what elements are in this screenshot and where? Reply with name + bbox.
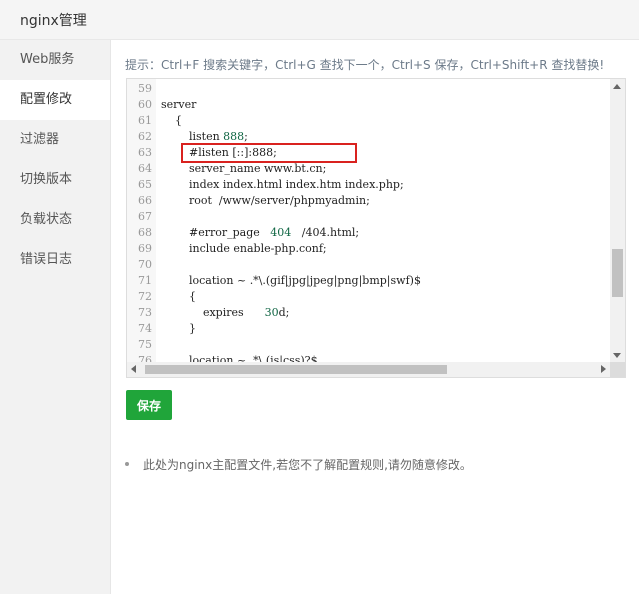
scroll-down-arrow-icon[interactable] (613, 353, 621, 358)
code-text: expires (161, 306, 265, 319)
code-text: root /www/server/phpmyadmin; (161, 194, 370, 207)
sidebar-item-switch-version[interactable]: 切换版本 (0, 160, 110, 200)
scroll-left-arrow-icon[interactable] (131, 365, 136, 373)
code-text: #error_page (161, 226, 271, 239)
sidebar-item-error-log[interactable]: 错误日志 (0, 240, 110, 280)
code-line[interactable]: 67 (127, 209, 610, 225)
code-suffix: /404.html; (291, 226, 360, 239)
code-text: server (161, 98, 197, 111)
scrollbar-corner (610, 362, 625, 377)
line-number: 69 (138, 242, 152, 255)
line-code: include enable-php.conf; (161, 241, 327, 257)
line-code: #error_page 404 /404.html; (161, 225, 359, 241)
line-number: 61 (138, 114, 152, 127)
line-number: 67 (138, 210, 152, 223)
code-text: server_name www.bt.cn; (161, 162, 327, 175)
title-bar: nginx管理 (0, 0, 639, 40)
line-number: 64 (138, 162, 152, 175)
code-number-literal: 888 (223, 130, 245, 143)
config-editor[interactable]: 59 60 server 61 {62 listen 888; 63 #listen [… (126, 78, 626, 378)
vertical-scroll-thumb[interactable] (612, 249, 623, 297)
sidebar-item-load-status[interactable]: 负载状态 (0, 200, 110, 240)
line-code: index index.html index.htm index.php; (161, 177, 404, 193)
main-content: 提示：Ctrl+F 搜索关键字，Ctrl+G 查找下一个，Ctrl+S 保存，C… (111, 40, 639, 594)
code-text: index index.html index.htm index.php; (161, 178, 404, 191)
shortcut-hint: 提示：Ctrl+F 搜索关键字，Ctrl+G 查找下一个，Ctrl+S 保存，C… (125, 58, 605, 72)
line-number: 62 (138, 130, 152, 143)
horizontal-scrollbar[interactable] (127, 362, 610, 377)
code-line[interactable]: 74 } (127, 321, 610, 337)
code-suffix: ; (244, 130, 248, 143)
code-number-literal: 30 (264, 306, 279, 319)
code-line[interactable]: 66 root /www/server/phpmyadmin; (127, 193, 610, 209)
code-line[interactable]: 64 server_name www.bt.cn; (127, 161, 610, 177)
code-line[interactable]: 68 #error_page 404 /404.html; (127, 225, 610, 241)
line-number: 71 (138, 274, 152, 287)
code-text: { (161, 290, 196, 303)
code-suffix: d; (278, 306, 290, 319)
highlight-box (181, 143, 357, 163)
code-line[interactable]: 69 include enable-php.conf; (127, 241, 610, 257)
sidebar: Web服务 配置修改 过滤器 切换版本 负载状态 错误日志 (0, 40, 111, 594)
sidebar-item-config-edit[interactable]: 配置修改 (0, 80, 110, 120)
line-number: 68 (138, 226, 152, 239)
code-text: { (161, 114, 182, 127)
code-text: location ~ .*\.(gif|jpg|jpeg|png|bmp|swf… (161, 274, 421, 287)
note-item: 此处为nginx主配置文件,若您不了解配置规则,请勿随意修改。 (125, 456, 472, 473)
horizontal-scroll-thumb[interactable] (145, 365, 447, 374)
code-line[interactable]: 59 (127, 81, 610, 97)
line-number: 75 (138, 338, 152, 351)
sidebar-item-web-service[interactable]: Web服务 (0, 40, 110, 80)
line-number: 66 (138, 194, 152, 207)
bullet-icon (125, 462, 129, 466)
code-text: include enable-php.conf; (161, 242, 327, 255)
line-code: root /www/server/phpmyadmin; (161, 193, 370, 209)
scroll-up-arrow-icon[interactable] (613, 84, 621, 89)
line-number: 74 (138, 322, 152, 335)
save-button[interactable]: 保存 (126, 390, 172, 420)
line-code: server_name www.bt.cn; (161, 161, 326, 177)
line-number: 59 (138, 82, 152, 95)
line-code: } (161, 321, 196, 337)
code-line[interactable]: 70 (127, 257, 610, 273)
code-line[interactable]: 73 expires 30d; (127, 305, 610, 321)
code-line[interactable]: 72 { (127, 289, 610, 305)
line-number: 60 (138, 98, 152, 111)
line-number: 65 (138, 178, 152, 191)
scroll-right-arrow-icon[interactable] (601, 365, 606, 373)
code-line[interactable]: 60 server (127, 97, 610, 113)
line-code: location ~ .*\.(gif|jpg|jpeg|png|bmp|swf… (161, 273, 421, 289)
code-line[interactable]: 71 location ~ .*\.(gif|jpg|jpeg|png|bmp|… (127, 273, 610, 289)
line-code: { (161, 113, 182, 129)
code-text: } (161, 322, 196, 335)
line-number: 70 (138, 258, 152, 271)
line-number: 72 (138, 290, 152, 303)
vertical-scrollbar[interactable] (610, 79, 625, 363)
notes-list: 此处为nginx主配置文件,若您不了解配置规则,请勿随意修改。 (125, 456, 472, 473)
line-number: 73 (138, 306, 152, 319)
code-number-literal: 404 (270, 226, 292, 239)
line-code: server (161, 97, 196, 113)
code-lines[interactable]: 59 60 server 61 {62 listen 888; 63 #listen [… (127, 79, 610, 363)
code-line[interactable]: 61 { (127, 113, 610, 129)
line-code: { (161, 289, 196, 305)
code-line[interactable]: 75 (127, 337, 610, 353)
note-text: 此处为nginx主配置文件,若您不了解配置规则,请勿随意修改。 (143, 458, 472, 472)
window-title: nginx管理 (20, 13, 87, 29)
code-line[interactable]: 65 index index.html index.htm index.php; (127, 177, 610, 193)
code-text: listen (161, 130, 224, 143)
line-number: 63 (138, 146, 152, 159)
sidebar-item-filter[interactable]: 过滤器 (0, 120, 110, 160)
line-code: expires 30d; (161, 305, 289, 321)
